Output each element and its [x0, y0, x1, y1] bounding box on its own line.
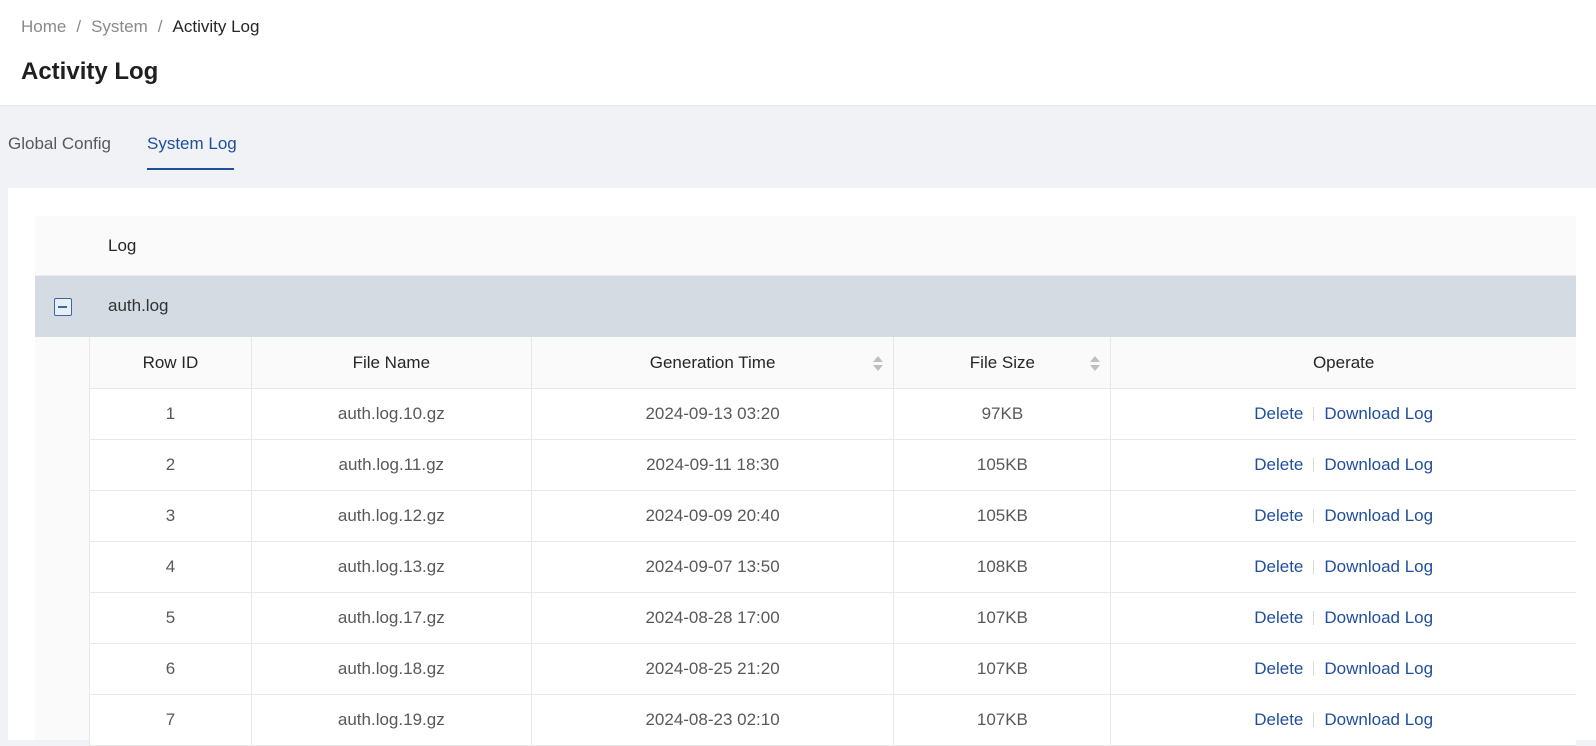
action-divider	[1313, 611, 1315, 625]
breadcrumb-separator: /	[76, 17, 82, 36]
log-files-table: Row ID File Name Generation Time File Si…	[89, 337, 1576, 746]
log-column-header: Log	[108, 236, 137, 255]
generation-time-cell: 2024-08-28 17:00	[532, 593, 895, 643]
download-log-link[interactable]: Download Log	[1324, 404, 1433, 424]
row-id-cell: 5	[90, 593, 252, 643]
file-name-cell: auth.log.18.gz	[252, 644, 532, 694]
download-log-link[interactable]: Download Log	[1324, 455, 1433, 475]
row-id-cell: 1	[90, 389, 252, 439]
sort-caret-icon[interactable]	[873, 356, 884, 372]
table-row: 1 auth.log.10.gz 2024-09-13 03:20 97KB Delet…	[89, 389, 1576, 440]
table-row: 7 auth.log.19.gz 2024-08-23 02:10 107KB Dele…	[89, 695, 1576, 746]
delete-link[interactable]: Delete	[1254, 455, 1303, 475]
table-header-row: Row ID File Name Generation Time File Si…	[89, 337, 1576, 389]
column-header-operate: Operate	[1312, 352, 1375, 372]
table-row: 5 auth.log.17.gz 2024-08-28 17:00 107KB Dele…	[89, 593, 1576, 644]
table-row: 6 auth.log.18.gz 2024-08-25 21:20 107KB Dele…	[89, 644, 1576, 695]
table-row: 3 auth.log.12.gz 2024-09-09 20:40 105KB Dele…	[89, 491, 1576, 542]
breadcrumb-system[interactable]: System	[91, 17, 148, 37]
file-size-cell: 107KB	[894, 593, 1112, 643]
page-title: Activity Log	[21, 58, 159, 85]
download-log-link[interactable]: Download Log	[1324, 710, 1433, 730]
operate-cell: Delete Download Log	[1111, 644, 1576, 694]
breadcrumb: Home / System / Activity Log	[21, 17, 259, 37]
row-id-cell: 2	[90, 440, 252, 490]
column-header-generation-time-label: Generation Time	[649, 352, 776, 372]
breadcrumb-current: Activity Log	[172, 17, 260, 36]
delete-link[interactable]: Delete	[1254, 506, 1303, 526]
column-header-row-id: Row ID	[90, 337, 252, 388]
operate-cell: Delete Download Log	[1111, 440, 1576, 490]
operate-cell: Delete Download Log	[1111, 389, 1576, 439]
action-divider	[1313, 509, 1315, 523]
download-log-link[interactable]: Download Log	[1324, 557, 1433, 577]
row-id-cell: 3	[90, 491, 252, 541]
action-divider	[1313, 560, 1315, 574]
breadcrumb-home[interactable]: Home	[21, 17, 66, 37]
page-header: Home / System / Activity Log Activity Lo…	[0, 0, 1596, 106]
delete-link[interactable]: Delete	[1254, 608, 1303, 628]
tab-global-config[interactable]: Global Config	[8, 134, 111, 154]
generation-time-cell: 2024-09-11 18:30	[532, 440, 895, 490]
action-divider	[1313, 458, 1315, 472]
nested-indent	[35, 337, 89, 740]
tab-bar: Global Config System Log	[0, 106, 1596, 188]
action-divider	[1313, 407, 1315, 421]
operate-cell: Delete Download Log	[1111, 593, 1576, 643]
sort-caret-icon[interactable]	[1090, 356, 1101, 372]
outer-table-header: Log	[35, 216, 1576, 276]
operate-cell: Delete Download Log	[1111, 695, 1576, 745]
delete-link[interactable]: Delete	[1254, 404, 1303, 424]
log-group-label: auth.log	[108, 296, 169, 315]
collapse-minus-icon[interactable]	[54, 298, 72, 316]
file-size-cell: 107KB	[894, 644, 1112, 694]
action-divider	[1313, 713, 1315, 727]
column-header-generation-time[interactable]: Generation Time	[532, 337, 895, 388]
table-body: 1 auth.log.10.gz 2024-09-13 03:20 97KB Delet…	[89, 389, 1576, 746]
generation-time-cell: 2024-09-09 20:40	[532, 491, 895, 541]
generation-time-cell: 2024-09-07 13:50	[532, 542, 895, 592]
row-id-cell: 6	[90, 644, 252, 694]
download-log-link[interactable]: Download Log	[1324, 608, 1433, 628]
log-group-row[interactable]: auth.log	[35, 276, 1576, 337]
file-name-cell: auth.log.13.gz	[252, 542, 532, 592]
content-panel: Log auth.log Row ID File Name Generation…	[8, 188, 1596, 746]
operate-cell: Delete Download Log	[1111, 542, 1576, 592]
breadcrumb-separator: /	[157, 17, 163, 36]
generation-time-cell: 2024-08-23 02:10	[532, 695, 895, 745]
file-size-cell: 105KB	[894, 491, 1112, 541]
column-header-file-size[interactable]: File Size	[894, 337, 1112, 388]
download-log-link[interactable]: Download Log	[1324, 659, 1433, 679]
file-name-cell: auth.log.11.gz	[252, 440, 532, 490]
file-name-cell: auth.log.19.gz	[252, 695, 532, 745]
file-name-cell: auth.log.10.gz	[252, 389, 532, 439]
column-header-file-size-label: File Size	[969, 352, 1035, 372]
operate-cell: Delete Download Log	[1111, 491, 1576, 541]
file-name-cell: auth.log.12.gz	[252, 491, 532, 541]
file-size-cell: 108KB	[894, 542, 1112, 592]
delete-link[interactable]: Delete	[1254, 557, 1303, 577]
row-id-cell: 4	[90, 542, 252, 592]
file-size-cell: 105KB	[894, 440, 1112, 490]
active-tab-indicator	[147, 168, 234, 170]
generation-time-cell: 2024-08-25 21:20	[532, 644, 895, 694]
action-divider	[1313, 662, 1315, 676]
file-size-cell: 107KB	[894, 695, 1112, 745]
table-row: 2 auth.log.11.gz 2024-09-11 18:30 105KB Dele…	[89, 440, 1576, 491]
file-size-cell: 97KB	[894, 389, 1112, 439]
delete-link[interactable]: Delete	[1254, 659, 1303, 679]
table-row: 4 auth.log.13.gz 2024-09-07 13:50 108KB Dele…	[89, 542, 1576, 593]
download-log-link[interactable]: Download Log	[1324, 506, 1433, 526]
generation-time-cell: 2024-09-13 03:20	[532, 389, 895, 439]
column-header-file-name: File Name	[252, 337, 532, 388]
delete-link[interactable]: Delete	[1254, 710, 1303, 730]
row-id-cell: 7	[90, 695, 252, 745]
file-name-cell: auth.log.17.gz	[252, 593, 532, 643]
tab-system-log[interactable]: System Log	[147, 134, 237, 154]
